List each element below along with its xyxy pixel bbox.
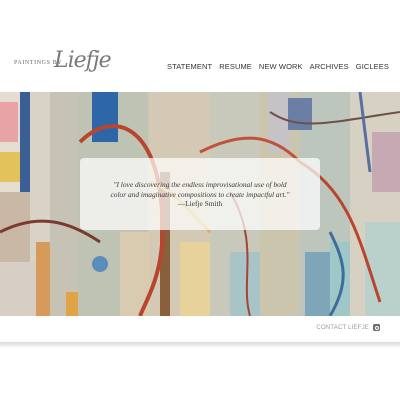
quote-text: "I love discovering the endless improvis… [80, 180, 320, 199]
page-frame: PAINTINGS BY Liefje STATEMENT RESUME NEW… [0, 0, 400, 345]
nav-item-giclees[interactable]: GICLEES [356, 62, 389, 71]
quote-line-2: color and imaginative compositions to cr… [110, 189, 290, 199]
nav-item-resume[interactable]: RESUME [219, 62, 252, 71]
instagram-icon[interactable] [373, 324, 380, 331]
logo-script-text: Liefje [54, 48, 112, 73]
quote-card: "I love discovering the endless improvis… [80, 158, 320, 230]
nav-item-archives[interactable]: ARCHIVES [310, 62, 349, 71]
nav-item-statement[interactable]: STATEMENT [167, 62, 212, 71]
page-bottom-shadow [0, 342, 400, 348]
nav-item-new-work[interactable]: NEW WORK [259, 62, 303, 71]
site-logo[interactable]: PAINTINGS BY Liefje [14, 48, 112, 88]
contact-link[interactable]: CONTACT LIEFJE [316, 325, 369, 331]
quote-author: —Liefje Smith [177, 199, 223, 208]
main-nav: STATEMENT RESUME NEW WORK ARCHIVES GICLE… [167, 62, 389, 71]
quote-line-1: "I love discovering the endless improvis… [113, 180, 287, 189]
footer: CONTACT LIEFJE [316, 324, 380, 331]
